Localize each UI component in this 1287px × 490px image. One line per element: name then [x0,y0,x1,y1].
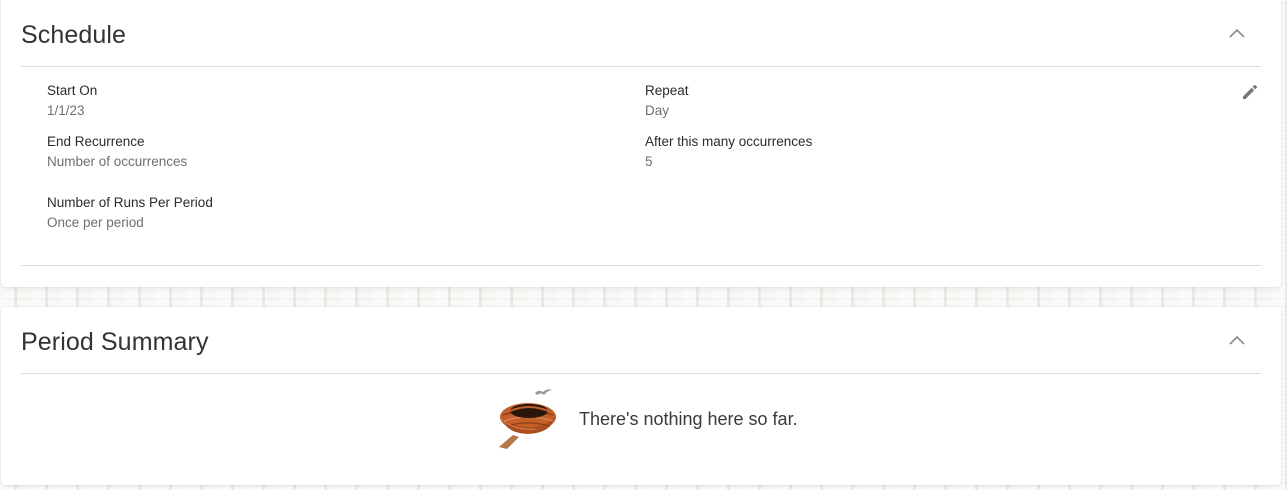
schedule-collapse-button[interactable] [1225,22,1249,46]
period-summary-collapse-button[interactable] [1225,329,1249,353]
repeat-label: Repeat [645,83,689,98]
empty-state-message: There's nothing here so far. [579,408,798,429]
empty-nest-icon [499,389,556,449]
repeat-field: Repeat Day [645,82,689,120]
occurrences-count-field: After this many occurrences 5 [645,133,812,171]
occurrences-count-value: 5 [645,154,653,169]
schedule-card: Schedule Start On 1/1/23 Repeat Day End … [1,0,1281,287]
repeat-value: Day [645,103,670,118]
empty-state: There's nothing here so far. [495,387,798,451]
runs-per-period-field: Number of Runs Per Period Once per perio… [47,194,213,232]
pencil-icon [1243,85,1257,99]
runs-per-period-label: Number of Runs Per Period [47,195,213,210]
end-recurrence-value: Number of occurrences [47,154,188,169]
chevron-up-icon [1229,335,1245,345]
period-summary-card: Period Summary There's nothing here so f… [1,307,1281,485]
chevron-up-icon [1229,28,1245,38]
start-on-field: Start On 1/1/23 [47,82,97,120]
runs-per-period-value: Once per period [47,215,144,230]
period-summary-title: Period Summary [21,328,209,356]
edit-schedule-button[interactable] [1240,82,1260,102]
end-recurrence-field: End Recurrence Number of occurrences [47,133,187,171]
schedule-header: Schedule [21,0,1261,67]
start-on-value: 1/1/23 [47,103,85,118]
period-summary-header: Period Summary [21,307,1261,374]
schedule-divider [21,265,1261,266]
start-on-label: Start On [47,83,98,98]
end-recurrence-label: End Recurrence [47,134,145,149]
schedule-title: Schedule [21,21,127,49]
occurrences-count-label: After this many occurrences [645,134,813,149]
